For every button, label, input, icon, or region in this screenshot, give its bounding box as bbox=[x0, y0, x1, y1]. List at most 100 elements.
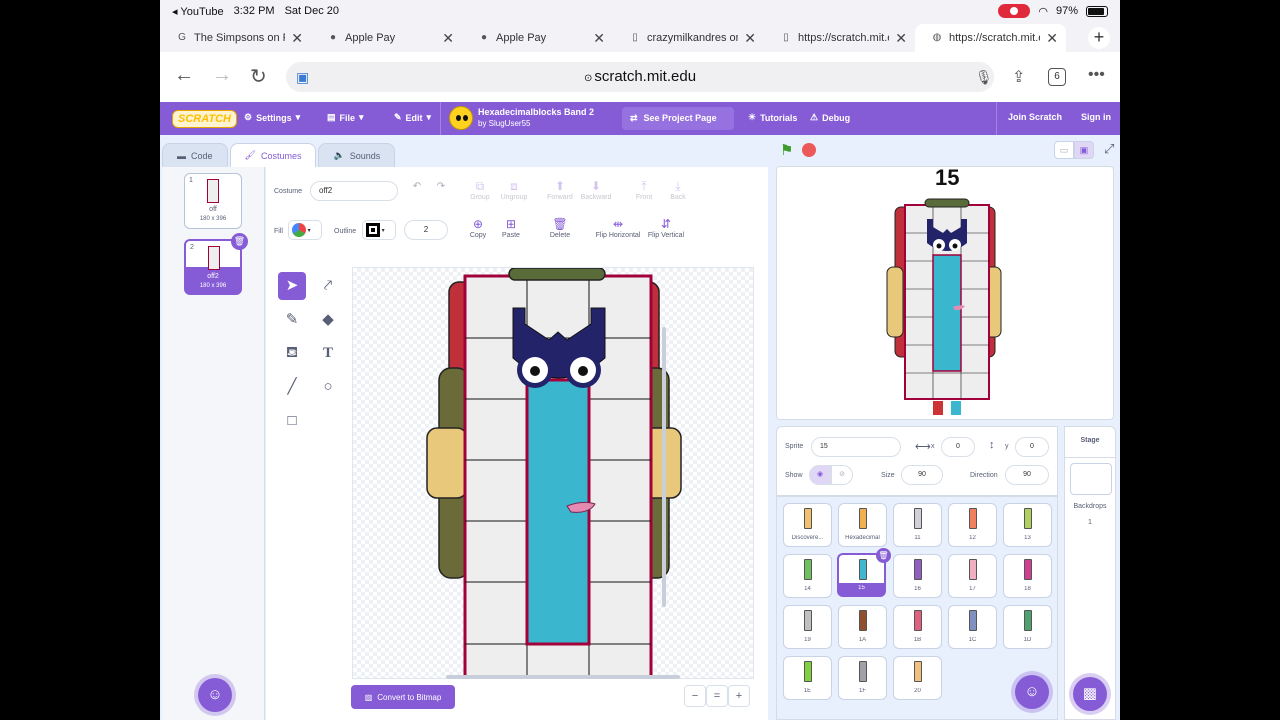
close-tab-icon[interactable]: ✕ bbox=[593, 30, 605, 47]
close-tab-icon[interactable]: ✕ bbox=[442, 30, 454, 47]
undo-icon[interactable]: ↶ bbox=[406, 181, 428, 192]
sprite-tile[interactable]: 12 bbox=[948, 503, 997, 547]
size-input[interactable]: 90 bbox=[901, 465, 943, 485]
extension-icon[interactable]: ▣ bbox=[296, 69, 309, 86]
more-icon[interactable]: ••• bbox=[1088, 66, 1105, 84]
reshape-tool[interactable]: ⤤ bbox=[314, 272, 342, 300]
sprite-tile[interactable]: 18 bbox=[1003, 554, 1052, 598]
show-sprite-button[interactable]: ◉ bbox=[809, 465, 831, 485]
sprite-tile[interactable]: 1A bbox=[838, 605, 887, 649]
sprite-tile[interactable]: 1E bbox=[783, 656, 832, 700]
edit-menu[interactable]: ✎ Edit ▾ bbox=[394, 112, 431, 123]
outline-width-input[interactable]: 2 bbox=[404, 220, 448, 240]
convert-to-bitmap-button[interactable]: ▨ Convert to Bitmap bbox=[351, 685, 455, 709]
browser-tab[interactable]: ▯ https://scratch.mit.e ✕ bbox=[764, 24, 915, 52]
circle-tool[interactable]: ○ bbox=[314, 373, 342, 401]
scratch-logo[interactable]: SCRATCH bbox=[172, 110, 237, 128]
sign-in-link[interactable]: Sign in bbox=[1081, 112, 1111, 122]
text-tool[interactable]: T bbox=[314, 339, 342, 367]
forward-arrow-icon[interactable]: → bbox=[212, 64, 232, 87]
reload-icon[interactable]: ↻ bbox=[250, 64, 267, 89]
sprite-tile[interactable]: 16 bbox=[893, 554, 942, 598]
fill-tool[interactable]: ⛾ bbox=[278, 339, 306, 367]
delete-costume-icon[interactable]: 🗑 bbox=[231, 233, 248, 250]
browser-tab[interactable]: ▯ crazymilkandres on ✕ bbox=[613, 24, 764, 52]
see-project-page-button[interactable]: ⇄ See Project Page bbox=[622, 107, 734, 130]
hide-sprite-button[interactable]: ⊘ bbox=[831, 465, 853, 485]
backward-button[interactable]: ⬇ Backward bbox=[576, 179, 616, 201]
browser-tab[interactable]: GThe Simpsons on Fo✕ bbox=[160, 24, 311, 52]
sprite-tile[interactable]: 11 bbox=[893, 503, 942, 547]
join-scratch-link[interactable]: Join Scratch bbox=[1008, 112, 1062, 122]
flip-vertical-button[interactable]: ⇵ Flip Vertical bbox=[642, 217, 690, 239]
sprite-tile[interactable]: 13 bbox=[1003, 503, 1052, 547]
sprite-tile-selected[interactable]: 15 🗑 bbox=[837, 548, 891, 597]
debug-button[interactable]: ⚠ Debug bbox=[810, 112, 850, 123]
paste-button[interactable]: ⊞ Paste bbox=[491, 217, 531, 239]
costume-tile[interactable]: 1 off 180 x 396 bbox=[184, 173, 242, 229]
browser-tab-active[interactable]: ◍ https://scratch.mit.e ✕ bbox=[915, 24, 1066, 52]
sprite-tile[interactable]: 19 bbox=[783, 605, 832, 649]
delete-button[interactable]: 🗑 Delete bbox=[540, 217, 580, 239]
tutorials-button[interactable]: ☀ Tutorials bbox=[748, 112, 797, 123]
stage-canvas[interactable]: 15 bbox=[776, 166, 1114, 420]
close-tab-icon[interactable]: ✕ bbox=[1046, 30, 1058, 47]
zoom-in-button[interactable]: + bbox=[728, 685, 750, 707]
stage-selector-panel[interactable]: Stage Backdrops 1 ▩ bbox=[1064, 426, 1116, 720]
brush-tool[interactable]: ✎ bbox=[278, 306, 306, 334]
redo-icon[interactable]: ↷ bbox=[430, 181, 452, 192]
sprite-tile[interactable]: 1B bbox=[893, 605, 942, 649]
green-flag-icon[interactable]: ⚑ bbox=[780, 141, 793, 159]
canvas-scrollbar-horizontal[interactable] bbox=[446, 675, 680, 679]
microphone-icon[interactable]: 🎙 bbox=[975, 69, 993, 86]
fullscreen-icon[interactable]: ⤢ bbox=[1104, 141, 1114, 157]
browser-tab[interactable]: ● Apple Pay ✕ bbox=[462, 24, 613, 52]
tab-overview-button[interactable]: 6 bbox=[1048, 68, 1066, 86]
sprite-tile[interactable]: 1C bbox=[948, 605, 997, 649]
tab-costumes[interactable]: 🖌 Costumes bbox=[229, 143, 317, 167]
url-field[interactable]: ⊙ scratch.mit.edu bbox=[286, 62, 994, 92]
close-tab-icon[interactable]: ✕ bbox=[744, 30, 756, 47]
eraser-tool[interactable]: ◆ bbox=[314, 306, 342, 334]
large-stage-icon[interactable]: ▣ bbox=[1074, 141, 1094, 159]
browser-tab[interactable]: ● Apple Pay ✕ bbox=[311, 24, 462, 52]
close-tab-icon[interactable]: ✕ bbox=[291, 30, 303, 47]
small-stage-icon[interactable]: ▭ bbox=[1054, 141, 1074, 159]
sprite-tile[interactable]: Hexadecimal bbox=[838, 503, 887, 547]
project-author[interactable]: by SlugUser55 bbox=[478, 119, 530, 128]
costume-name-input[interactable]: off2 bbox=[310, 181, 398, 201]
zoom-out-button[interactable]: − bbox=[684, 685, 706, 707]
choose-backdrop-button[interactable]: ▩ bbox=[1073, 677, 1107, 711]
select-tool[interactable]: ➤ bbox=[278, 272, 306, 300]
flip-horizontal-button[interactable]: ⇹ Flip Horizontal bbox=[588, 217, 648, 239]
y-position-input[interactable]: 0 bbox=[1015, 437, 1049, 457]
close-tab-icon[interactable]: ✕ bbox=[895, 30, 907, 47]
forward-button[interactable]: ⬆ Forward bbox=[540, 179, 580, 201]
paint-canvas[interactable] bbox=[352, 267, 754, 679]
project-title[interactable]: Hexadecimalblocks Band 2 bbox=[478, 107, 594, 117]
direction-input[interactable]: 90 bbox=[1005, 465, 1049, 485]
share-icon[interactable]: ⇪ bbox=[1012, 67, 1025, 87]
choose-costume-button[interactable]: ☺ bbox=[198, 678, 232, 712]
settings-menu[interactable]: ⚙ Settings ▾ bbox=[244, 112, 300, 123]
choose-sprite-button[interactable]: ☺ bbox=[1015, 675, 1049, 709]
sprite-tile[interactable]: 14 bbox=[783, 554, 832, 598]
outline-color-picker[interactable]: ▾ bbox=[362, 220, 396, 240]
canvas-scrollbar-vertical[interactable] bbox=[662, 327, 666, 607]
delete-sprite-icon[interactable]: 🗑 bbox=[876, 548, 891, 563]
tab-code[interactable]: ▬ Code bbox=[162, 143, 228, 167]
stop-icon[interactable] bbox=[802, 143, 816, 157]
sprite-tile[interactable]: 17 bbox=[948, 554, 997, 598]
rectangle-tool[interactable]: □ bbox=[278, 407, 306, 435]
tab-sounds[interactable]: 🔈 Sounds bbox=[318, 143, 396, 167]
x-position-input[interactable]: 0 bbox=[941, 437, 975, 457]
sprite-tile[interactable]: Discovere... bbox=[783, 503, 832, 547]
ungroup-button[interactable]: ⧈ Ungroup bbox=[494, 179, 534, 201]
sprite-tile[interactable]: 20 bbox=[893, 656, 942, 700]
fill-color-picker[interactable]: ▾ bbox=[288, 220, 322, 240]
costume-tile-selected[interactable]: 2 off2 180 x 396 🗑 bbox=[184, 233, 248, 295]
back-button[interactable]: ⤓ Back bbox=[658, 179, 698, 201]
file-menu[interactable]: ▤ File ▾ bbox=[327, 112, 364, 123]
line-tool[interactable]: ╱ bbox=[278, 373, 306, 401]
sprite-name-input[interactable]: 15 bbox=[811, 437, 901, 457]
